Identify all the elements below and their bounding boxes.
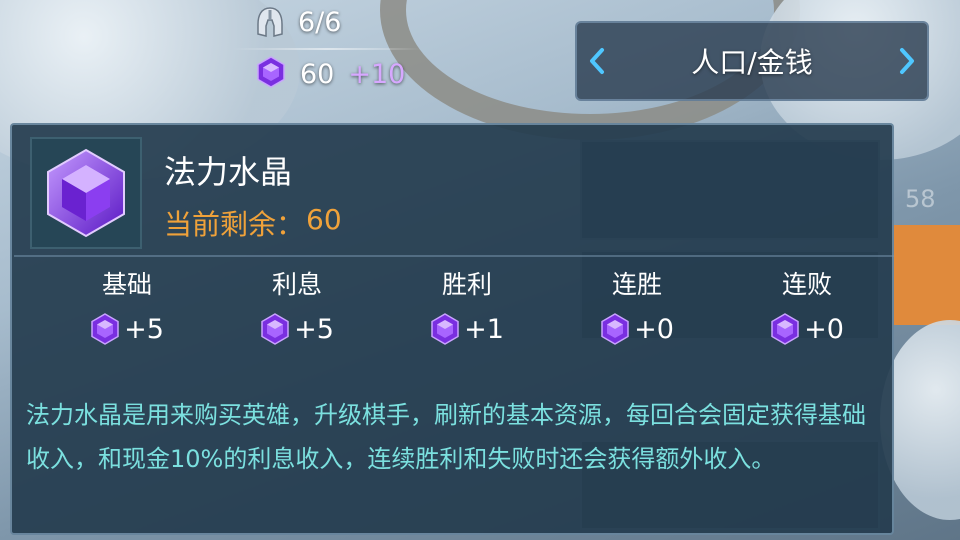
mana-crystal-icon [256, 56, 286, 92]
item-description: 法力水晶是用来购买英雄，升级棋手，刷新的基本资源，每回合会固定获得基础收入，和现… [26, 401, 866, 473]
population-value: 6/6 [298, 6, 342, 38]
stat-value: +1 [430, 313, 504, 345]
population-counter: 6/6 [256, 6, 341, 38]
income-breakdown: 基础 +5 利息 +5 胜利 +1 连胜 +0 连败 +0 [12, 265, 892, 375]
stat-amount: +0 [804, 313, 844, 345]
mana-crystal-tooltip: 法力水晶 当前剩余： 60 基础 +5 利息 +5 胜利 +1 连胜 +0 连败… [10, 123, 894, 535]
stat-amount: +5 [294, 313, 334, 345]
mana-crystal-icon [431, 313, 459, 345]
stat-amount: +5 [124, 313, 164, 345]
background-card-gold: 58 [905, 185, 936, 213]
info-mode-selector: 人口/金钱 [575, 21, 929, 101]
stat-value: +0 [600, 313, 674, 345]
stat-label: 连胜 [611, 270, 662, 299]
helmet-icon [256, 6, 284, 38]
income-stat-win: 胜利 +1 [382, 265, 552, 349]
remaining-amount: 当前剩余： 60 [164, 203, 342, 243]
income-stat-loss-streak: 连败 +0 [722, 265, 892, 349]
stat-value: +0 [770, 313, 844, 345]
gold-delta: +10 [348, 58, 406, 90]
income-stat-base: 基础 +5 [42, 265, 212, 349]
stat-label: 胜利 [441, 270, 492, 299]
gold-value: 60 [300, 58, 335, 90]
item-icon-frame [30, 137, 142, 249]
stat-value: +5 [90, 313, 164, 345]
mode-label: 人口/金钱 [691, 46, 813, 79]
stat-label: 利息 [271, 270, 322, 299]
next-mode-button[interactable] [895, 41, 919, 81]
mana-crystal-icon [47, 148, 125, 238]
income-stat-win-streak: 连胜 +0 [552, 265, 722, 349]
income-stat-interest: 利息 +5 [212, 265, 382, 349]
background-block [892, 225, 960, 325]
tooltip-header: 法力水晶 当前剩余： 60 [12, 125, 892, 255]
resource-hud: 6/6 60 +10 [232, 0, 422, 100]
stat-value: +5 [260, 313, 334, 345]
stat-label: 基础 [101, 270, 152, 299]
mana-crystal-icon [771, 313, 799, 345]
gold-counter: 60 +10 [256, 56, 405, 92]
stat-amount: +0 [634, 313, 674, 345]
mana-crystal-icon [601, 313, 629, 345]
stat-label: 连败 [781, 270, 832, 299]
mana-crystal-icon [91, 313, 119, 345]
stat-amount: +1 [464, 313, 504, 345]
tooltip-divider [14, 255, 894, 257]
hud-divider [232, 48, 422, 50]
chevron-left-icon [590, 48, 604, 74]
previous-mode-button[interactable] [585, 41, 609, 81]
chevron-right-icon [900, 48, 914, 74]
mana-crystal-icon [261, 313, 289, 345]
item-title: 法力水晶 [164, 153, 293, 191]
remaining-label: 当前剩余： [164, 208, 305, 241]
remaining-value: 60 [306, 203, 342, 236]
